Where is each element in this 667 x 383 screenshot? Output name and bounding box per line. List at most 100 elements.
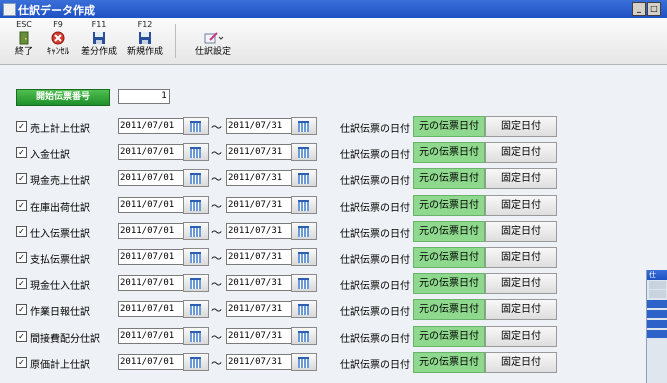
from-calendar-button[interactable]: [183, 143, 209, 162]
background-window[interactable]: 仕: [646, 270, 667, 383]
fixed-date-button[interactable]: 固定日付: [485, 299, 557, 321]
original-voucher-date-button[interactable]: 元の伝票日付: [413, 273, 485, 295]
to-date-input[interactable]: 2011/07/31: [226, 222, 292, 239]
calendar-icon: [190, 278, 201, 290]
background-window-bar: [647, 300, 667, 308]
calendar-icon: [190, 121, 201, 132]
to-calendar-button[interactable]: [291, 169, 317, 188]
start-voucher-number-button[interactable]: 開始伝票番号: [16, 89, 110, 106]
from-calendar-button[interactable]: [183, 326, 209, 345]
fixed-date-button[interactable]: 固定日付: [485, 273, 557, 295]
journal-settings-button[interactable]: 仕訳設定: [188, 20, 238, 62]
journal-row: ✓ 作業日報仕訳 2011/07/01 ～ 2011/07/31 仕訳伝票の日付 元の伝票日…: [0, 299, 600, 321]
minimize-button[interactable]: _: [632, 2, 646, 16]
fixed-date-button[interactable]: 固定日付: [485, 116, 557, 137]
row-checkbox[interactable]: ✓: [16, 356, 27, 368]
original-voucher-date-button[interactable]: 元の伝票日付: [413, 220, 485, 242]
from-date-input[interactable]: 2011/07/01: [118, 144, 184, 161]
original-voucher-date-button[interactable]: 元の伝票日付: [413, 168, 485, 190]
new-create-button[interactable]: F12 新規作成: [122, 20, 168, 62]
fixed-date-button[interactable]: 固定日付: [485, 247, 557, 268]
from-calendar-button[interactable]: [183, 274, 209, 293]
exit-label: 終了: [14, 47, 33, 57]
to-calendar-button[interactable]: [291, 326, 317, 345]
fixed-date-button[interactable]: 固定日付: [485, 168, 557, 190]
to-calendar-button[interactable]: [291, 352, 317, 371]
to-date-input[interactable]: 2011/07/31: [226, 249, 292, 265]
diff-create-key: F11: [91, 20, 107, 29]
row-checkbox[interactable]: ✓: [16, 147, 27, 159]
to-date-input[interactable]: 2011/07/31: [226, 301, 292, 318]
exit-door-icon: [19, 31, 29, 45]
range-tilde: ～: [211, 330, 222, 344]
fixed-date-button[interactable]: 固定日付: [485, 220, 557, 242]
cancel-x-icon: [51, 31, 65, 45]
from-calendar-button[interactable]: [183, 195, 209, 214]
row-checkbox[interactable]: ✓: [16, 121, 27, 132]
from-calendar-button[interactable]: [183, 352, 209, 371]
to-date-input[interactable]: 2011/07/31: [226, 144, 292, 161]
to-date-input[interactable]: 2011/07/31: [226, 327, 292, 344]
background-window-bar: [647, 320, 667, 328]
from-date-input[interactable]: 2011/07/01: [118, 275, 184, 292]
journal-date-label: 仕訳伝票の日付: [340, 202, 410, 214]
range-tilde: ～: [211, 147, 222, 161]
background-window-bar: [647, 330, 667, 338]
row-checkbox[interactable]: ✓: [16, 278, 27, 290]
to-date-input[interactable]: 2011/07/31: [226, 170, 292, 187]
journal-row: ✓ 現金売上仕訳 2011/07/01 ～ 2011/07/31 仕訳伝票の日付 元の伝票日…: [0, 168, 600, 190]
original-voucher-date-button[interactable]: 元の伝票日付: [413, 325, 485, 347]
from-calendar-button[interactable]: [183, 169, 209, 188]
row-checkbox[interactable]: ✓: [16, 173, 27, 185]
from-calendar-button[interactable]: [183, 300, 209, 319]
from-date-input[interactable]: 2011/07/01: [118, 301, 184, 318]
row-checkbox[interactable]: ✓: [16, 199, 27, 211]
calendar-icon: [190, 147, 201, 159]
to-calendar-button[interactable]: [291, 143, 317, 162]
from-calendar-button[interactable]: [183, 221, 209, 240]
to-calendar-button[interactable]: [291, 221, 317, 240]
fixed-date-button[interactable]: 固定日付: [485, 142, 557, 164]
fixed-date-button[interactable]: 固定日付: [485, 351, 557, 373]
from-calendar-button[interactable]: [183, 248, 209, 266]
fixed-date-button[interactable]: 固定日付: [485, 194, 557, 216]
new-create-key: F12: [137, 20, 153, 29]
from-date-input[interactable]: 2011/07/01: [118, 118, 184, 134]
original-voucher-date-button[interactable]: 元の伝票日付: [413, 116, 485, 137]
background-window-title: 仕: [647, 270, 667, 280]
diff-create-button[interactable]: F11 差分作成: [76, 20, 122, 62]
from-date-input[interactable]: 2011/07/01: [118, 249, 184, 265]
to-calendar-button[interactable]: [291, 300, 317, 319]
row-checkbox[interactable]: ✓: [16, 225, 27, 237]
to-calendar-button[interactable]: [291, 195, 317, 214]
from-date-input[interactable]: 2011/07/01: [118, 327, 184, 344]
from-date-input[interactable]: 2011/07/01: [118, 353, 184, 370]
row-checkbox[interactable]: ✓: [16, 330, 27, 342]
fixed-date-button[interactable]: 固定日付: [485, 325, 557, 347]
to-date-input[interactable]: 2011/07/31: [226, 275, 292, 292]
start-voucher-number-input[interactable]: 1: [118, 89, 170, 104]
original-voucher-date-button[interactable]: 元の伝票日付: [413, 142, 485, 164]
original-voucher-date-button[interactable]: 元の伝票日付: [413, 351, 485, 373]
original-voucher-date-button[interactable]: 元の伝票日付: [413, 194, 485, 216]
to-date-input[interactable]: 2011/07/31: [226, 118, 292, 134]
to-calendar-button[interactable]: [291, 117, 317, 135]
restore-button[interactable]: □: [647, 2, 661, 16]
cancel-button[interactable]: F9 ｷｬﾝｾﾙ: [40, 20, 76, 62]
from-date-input[interactable]: 2011/07/01: [118, 196, 184, 213]
row-checkbox[interactable]: ✓: [16, 304, 27, 316]
from-calendar-button[interactable]: [183, 117, 209, 135]
to-date-input[interactable]: 2011/07/31: [226, 196, 292, 213]
to-calendar-button[interactable]: [291, 274, 317, 293]
calendar-icon: [298, 121, 309, 132]
new-create-label: 新規作成: [126, 47, 163, 57]
original-voucher-date-button[interactable]: 元の伝票日付: [413, 299, 485, 321]
from-date-input[interactable]: 2011/07/01: [118, 170, 184, 187]
original-voucher-date-button[interactable]: 元の伝票日付: [413, 247, 485, 268]
to-calendar-button[interactable]: [291, 248, 317, 266]
row-checkbox[interactable]: ✓: [16, 252, 27, 263]
exit-button[interactable]: ESC 終了: [6, 20, 42, 62]
to-date-input[interactable]: 2011/07/31: [226, 353, 292, 370]
from-date-input[interactable]: 2011/07/01: [118, 222, 184, 239]
row-label: 在庫出荷仕訳: [30, 202, 90, 214]
